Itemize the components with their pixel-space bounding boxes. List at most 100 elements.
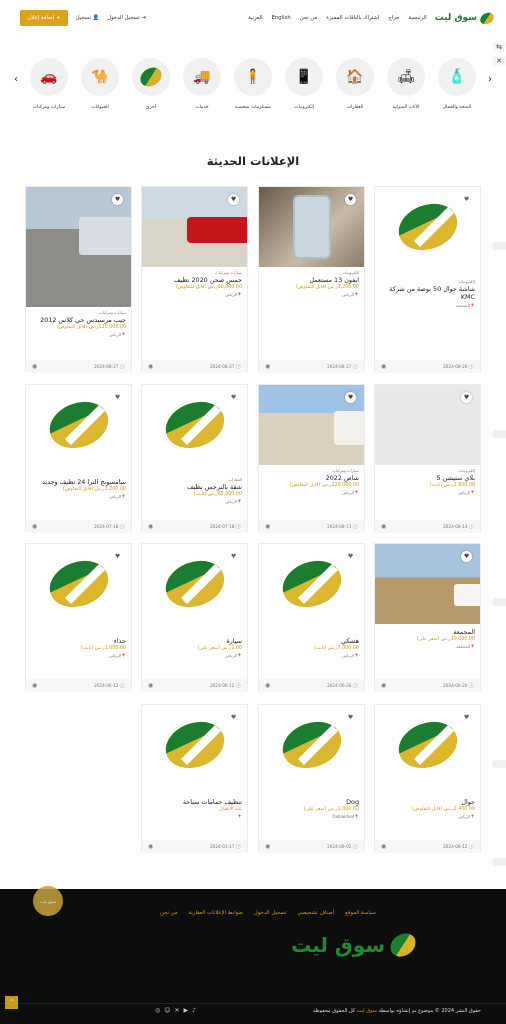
nav-subscribe[interactable]: اشتراك بالباقات المميزة <box>326 15 379 21</box>
category-item-electronics[interactable]: 📱 إلكترونيات <box>283 58 325 118</box>
heart-icon[interactable]: ♥ <box>345 551 356 562</box>
ad-title[interactable]: المجمعة <box>380 628 475 636</box>
ad-title[interactable]: هسكي <box>264 637 359 645</box>
ad-image[interactable]: ♥ <box>375 705 480 785</box>
footer-link[interactable]: ضوابط الإعلانات العقارية <box>189 910 243 916</box>
scroll-dot[interactable] <box>492 598 506 606</box>
ad-image[interactable]: ♥ <box>142 705 247 785</box>
heart-icon[interactable]: ♥ <box>112 392 123 403</box>
footer-link[interactable]: من نحن <box>160 910 177 916</box>
heart-icon[interactable]: ♥ <box>345 194 356 205</box>
compare-icon[interactable]: ⇆ <box>493 42 505 52</box>
eye-icon[interactable]: ◉ <box>148 523 153 530</box>
ad-card[interactable]: ♥ المجمعة 10,000.00ر.س (سعر على) 📍المجمعة 🕓 … <box>374 543 481 692</box>
youtube-icon[interactable]: ▶ <box>184 1007 189 1014</box>
ad-image[interactable]: ♥ <box>142 544 247 624</box>
heart-icon[interactable]: ♥ <box>461 712 472 723</box>
scroll-dot[interactable] <box>492 242 506 250</box>
category-item-realestate[interactable]: 🏠 العقارات <box>334 58 376 118</box>
eye-icon[interactable]: ◉ <box>381 363 386 370</box>
eye-icon[interactable]: ◉ <box>32 682 37 689</box>
ad-title[interactable]: تنظيف حمامات سباحة <box>147 798 242 806</box>
eye-icon[interactable]: ◉ <box>32 523 37 530</box>
ad-card[interactable]: ♥ جوال 2,400.00ر.س (قابل للتفاوض) 📍الرياض 🕓 … <box>374 704 481 853</box>
eye-icon[interactable]: ◉ <box>265 363 270 370</box>
chevron-right-icon[interactable]: › <box>488 74 492 85</box>
heart-icon[interactable]: ♥ <box>112 194 123 205</box>
ad-title[interactable]: شقة بالنرجس نظيف <box>147 483 242 491</box>
ad-image[interactable]: ♥ <box>259 385 364 465</box>
footer-logo[interactable]: سوق ليت <box>291 931 419 959</box>
ad-image[interactable]: ♥ <box>375 544 480 624</box>
ad-image[interactable]: ♥ <box>142 385 247 465</box>
ad-card[interactable]: ♥ إلكترونيات شاشة جوال 50 بوصة من شركة KMC… <box>374 186 481 373</box>
ad-card[interactable]: ♥ سيارات ومركبات جيب مرسيدس جي كلاس 2012 12… <box>25 186 132 373</box>
ad-image[interactable]: ♥ <box>26 385 131 465</box>
ad-card[interactable]: ♥ العقارات شقة بالنرجس نظيف 65,000.00ر.س (ث… <box>141 384 248 533</box>
ad-title[interactable]: جوال <box>380 798 475 806</box>
heart-icon[interactable]: ♥ <box>228 712 239 723</box>
heart-icon[interactable]: ♥ <box>461 392 472 403</box>
ad-image[interactable]: ♥ <box>259 187 364 267</box>
ad-title[interactable]: سامسونج الترا 24 نظيف وجديد <box>31 478 126 486</box>
ad-title[interactable]: سيارة <box>147 637 242 645</box>
ad-title[interactable]: جيب مرسيدس جي كلاس 2012 <box>31 316 126 324</box>
eye-icon[interactable]: ◉ <box>32 363 37 370</box>
copyright-brand[interactable]: سوق ليت <box>357 1008 377 1014</box>
tiktok-icon[interactable]: ♪ <box>192 1007 196 1014</box>
register-link[interactable]: 👤 تسجيل <box>76 15 100 21</box>
nav-haraj[interactable]: حراج <box>388 15 399 21</box>
heart-icon[interactable]: ♥ <box>228 551 239 562</box>
ad-title[interactable]: Dog <box>264 798 359 806</box>
ad-title[interactable]: شاص 2022 <box>264 474 359 482</box>
ad-title[interactable]: شاشة جوال 50 بوصة من شركة KMC <box>380 285 475 301</box>
heart-icon[interactable]: ♥ <box>461 194 472 205</box>
category-item-cars[interactable]: 🚗 سيارات ومركبات <box>28 58 70 118</box>
snapchat-icon[interactable]: ☺ <box>164 1007 170 1014</box>
ad-card[interactable]: ♥ حذاء 1,000.00ر.س (ثابت) 📍الرياض 🕓 2024-06-… <box>25 543 132 692</box>
category-item-beauty[interactable]: 🧴 الصحة والجمال <box>436 58 478 118</box>
heart-icon[interactable]: ♥ <box>345 392 356 403</box>
ad-card[interactable]: ♥ تنظيف حمامات سباحة عند الاتصال 📍 🕓 2024-01… <box>141 704 248 853</box>
category-item-furniture[interactable]: 🛋 الأثاث المنزلية <box>385 58 427 118</box>
ad-image[interactable]: ♥ <box>375 187 480 267</box>
nav-about[interactable]: من نحن <box>300 15 317 21</box>
category-item-animals[interactable]: 🐪 الحيوانات <box>79 58 121 118</box>
site-logo[interactable]: سوق ليت <box>435 11 495 25</box>
ad-card[interactable]: ♥ سيارات ومركبات جمس صحن 2020 نظيف 90,000.0… <box>141 186 248 373</box>
heart-icon[interactable]: ♥ <box>228 194 239 205</box>
x-icon[interactable]: ✕ <box>175 1007 180 1014</box>
ad-image[interactable]: ♥ <box>26 544 131 624</box>
instagram-icon[interactable]: ◎ <box>155 1007 160 1014</box>
ad-card[interactable]: ♥ هسكي 7,000.00ر.س (ثابت) 📍الرياض 🕓 2024-06-… <box>258 543 365 692</box>
ad-image[interactable]: ♥ <box>26 187 131 307</box>
nav-english[interactable]: English <box>272 15 291 21</box>
category-item-services[interactable]: 🚚 خدمات <box>181 58 223 118</box>
scroll-to-top-button[interactable]: ˄ <box>5 996 18 1009</box>
category-item-other[interactable]: أخرى <box>130 58 172 118</box>
heart-icon[interactable]: ♥ <box>112 551 123 562</box>
ad-card[interactable]: ♥ Dog 1,000.00ر.س (سعر على) 📍Oxbaeduol 🕓 202… <box>258 704 365 853</box>
login-link[interactable]: ⇥ تسجيل الدخول <box>107 15 146 21</box>
heart-icon[interactable]: ♥ <box>461 551 472 562</box>
ad-title[interactable]: بلاي ستيشن 5 <box>380 474 475 482</box>
footer-link[interactable]: تسجيل الدخول <box>254 910 287 916</box>
eye-icon[interactable]: ◉ <box>148 843 153 850</box>
heart-icon[interactable]: ♥ <box>345 712 356 723</box>
shuffle-icon[interactable]: ✕ <box>493 56 505 66</box>
nav-home[interactable]: الرئيسية <box>408 15 426 21</box>
ad-title[interactable]: جمس صحن 2020 نظيف <box>147 276 242 284</box>
footer-link[interactable]: سياسة الموقع <box>345 910 376 916</box>
scroll-dot[interactable] <box>492 430 506 438</box>
footer-link[interactable]: أصناف تشخيصي <box>298 910 335 916</box>
eye-icon[interactable]: ◉ <box>381 843 386 850</box>
ad-image[interactable]: ♥ <box>142 187 247 267</box>
ad-card[interactable]: ♥ سامسونج الترا 24 نظيف وجديد 3,200.00ر.س … <box>25 384 132 533</box>
ad-card[interactable]: ♥ سيارات ومركبات شاص 2022 120,000.00ر.س (قا… <box>258 384 365 533</box>
ad-title[interactable]: ايفون 13 مستعمل <box>264 276 359 284</box>
eye-icon[interactable]: ◉ <box>265 843 270 850</box>
floating-logo-badge[interactable]: سوق ليت <box>33 886 63 916</box>
scroll-dot[interactable] <box>492 760 506 768</box>
ad-card[interactable]: ♥ سيارة 1.00ر.س (سعر على) 📍الرياض 🕓 2024-06-… <box>141 543 248 692</box>
ad-card[interactable]: ♥ إلكترونيات ايفون 13 مستعمل 3,200.00ر.س (ق… <box>258 186 365 373</box>
